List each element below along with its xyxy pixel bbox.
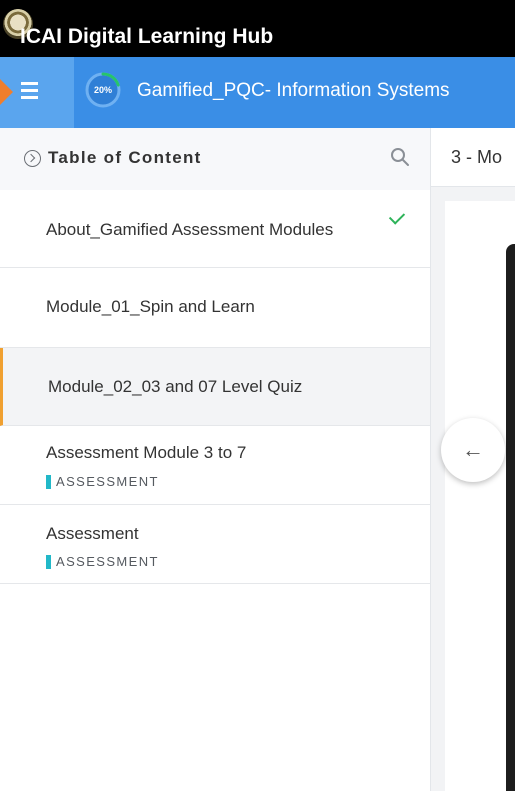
content-tab-label: 3 - Mo [451, 147, 503, 167]
progress-ring: 20% [84, 71, 122, 109]
checkmark-icon [388, 208, 406, 225]
course-header: 20% Gamified_PQC- Information Systems [0, 57, 515, 128]
assessment-tag: ASSESSMENT [46, 554, 159, 569]
assessment-tag: ASSESSMENT [46, 474, 159, 489]
toc-item-about[interactable]: About_Gamified Assessment Modules [0, 190, 430, 268]
toc-item-label: Module_01_Spin and Learn [46, 297, 255, 316]
caret-icon [0, 79, 13, 105]
search-icon[interactable] [390, 147, 410, 167]
content-viewer [506, 244, 515, 791]
toc-item-assessment[interactable]: Assessment ASSESSMENT [0, 505, 430, 584]
chevron-circle-icon[interactable] [24, 150, 41, 167]
left-arrow-icon: ← [462, 437, 484, 462]
toc-item-label: Module_02_03 and 07 Level Quiz [48, 377, 303, 396]
toc-item-assessment-3-7[interactable]: Assessment Module 3 to 7 ASSESSMENT [0, 426, 430, 505]
toc-item-module-02[interactable]: Module_02_03 and 07 Level Quiz [0, 348, 430, 426]
toc-item-label: Assessment [46, 524, 139, 543]
brand-title: ICAI Digital Learning Hub [20, 25, 274, 48]
toc-header: Table of Content [0, 128, 430, 191]
table-of-content-panel: Table of Content About_Gamified Assessme… [0, 128, 431, 791]
toc-title: Table of Content [48, 148, 202, 167]
course-title: Gamified_PQC- Information Systems [137, 80, 450, 101]
content-card [445, 201, 515, 791]
progress-percent: 20% [93, 85, 112, 95]
content-tab[interactable]: 3 - Mo [431, 128, 515, 187]
back-button[interactable]: ← [441, 418, 505, 482]
hamburger-icon [21, 82, 38, 103]
menu-button[interactable] [0, 57, 74, 128]
toc-item-label: About_Gamified Assessment Modules [46, 220, 334, 239]
brand-bar: ICAI Digital Learning Hub [0, 0, 515, 57]
toc-item-label: Assessment Module 3 to 7 [46, 443, 247, 462]
toc-item-module-01[interactable]: Module_01_Spin and Learn [0, 268, 430, 348]
